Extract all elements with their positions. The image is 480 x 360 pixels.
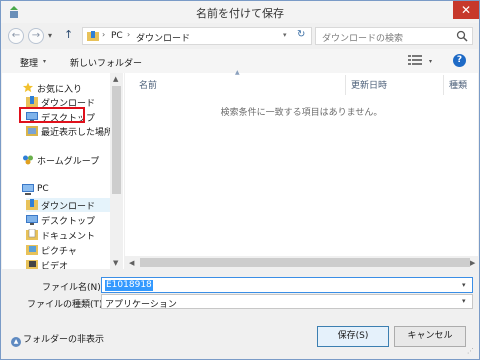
filename-value[interactable]: E1018918 <box>105 280 153 291</box>
homegroup-icon <box>23 155 33 165</box>
sidebar-item-pc-desktop[interactable]: デスクトップ <box>26 213 110 227</box>
filetype-value[interactable]: アプリケーション <box>105 297 177 310</box>
navigation-pane: お気に入り ダウンロード デスクトップ 最近表示した場所 ホームグループ PC … <box>2 73 124 269</box>
filename-label: ファイル名(N): <box>42 283 104 293</box>
column-divider[interactable] <box>345 75 346 95</box>
star-icon <box>22 82 34 93</box>
filetype-label: ファイルの種類(T): <box>27 300 106 310</box>
sort-indicator-icon: ▲ <box>235 69 240 76</box>
downloads-folder-icon <box>26 199 38 210</box>
scroll-right-icon[interactable]: ▶ <box>470 259 475 267</box>
sidebar-item-homegroup[interactable]: ホームグループ <box>22 153 110 167</box>
downloads-folder-icon <box>87 31 99 41</box>
videos-icon <box>26 260 38 269</box>
pc-icon <box>22 184 34 195</box>
view-dropdown-icon[interactable]: ▾ <box>429 58 432 65</box>
search-box[interactable]: ダウンロードの検索 <box>315 27 473 45</box>
sidebar-item-label: 最近表示した場所 <box>41 128 114 138</box>
sidebar-item-label: ビデオ <box>41 262 69 269</box>
close-button[interactable]: ✕ <box>453 1 479 19</box>
sidebar-item-documents[interactable]: ドキュメント <box>26 228 110 242</box>
organize-button[interactable]: 整理 <box>20 56 38 69</box>
column-header-name[interactable]: 名前 <box>139 78 157 91</box>
back-button[interactable]: ← <box>8 28 24 44</box>
search-placeholder[interactable]: ダウンロードの検索 <box>322 31 403 44</box>
column-divider[interactable] <box>443 75 444 95</box>
desktop-highlight <box>19 107 85 123</box>
address-dropdown-icon[interactable]: ▾ <box>283 31 287 39</box>
sidebar-item-recent-places[interactable]: 最近表示した場所 <box>26 124 114 138</box>
cancel-button[interactable]: キャンセル <box>394 326 466 347</box>
hscrollbar-thumb[interactable] <box>140 258 470 267</box>
sidebar-item-label: ホームグループ <box>37 157 100 167</box>
sidebar-item-videos[interactable]: ビデオ <box>26 258 110 269</box>
address-bar[interactable]: › PC › ダウンロード ▾ ↻ <box>82 27 312 45</box>
organize-dropdown-icon[interactable]: ▾ <box>43 58 46 65</box>
save-button[interactable]: 保存(S) <box>317 326 389 347</box>
scroll-up-icon[interactable]: ▲ <box>113 75 118 83</box>
history-dropdown-icon[interactable]: ▾ <box>48 31 52 40</box>
sidebar-item-label: ダウンロード <box>41 202 96 212</box>
search-icon[interactable] <box>456 30 468 42</box>
sidebar-item-label: PC <box>37 184 49 194</box>
file-list-pane[interactable] <box>125 73 478 269</box>
downloads-folder-icon <box>26 96 38 107</box>
sidebar-item-label: ピクチャ <box>41 247 77 257</box>
pictures-icon <box>26 245 38 255</box>
desktop-icon <box>26 215 38 225</box>
column-header-modified[interactable]: 更新日時 <box>351 78 387 91</box>
address-separator[interactable]: › <box>127 30 130 39</box>
sidebar-item-label: お気に入り <box>37 85 83 95</box>
sidebar-item-pictures[interactable]: ピクチャ <box>26 243 110 257</box>
filename-dropdown-icon[interactable]: ▾ <box>462 281 466 289</box>
address-segment-pc[interactable]: PC <box>111 31 123 41</box>
window-title: 名前を付けて保存 <box>196 7 284 20</box>
documents-icon <box>26 229 38 240</box>
chevron-up-icon: ▲ <box>11 337 21 347</box>
address-segment-downloads[interactable]: ダウンロード <box>136 31 190 44</box>
sidebar-item-pc[interactable]: PC <box>22 183 110 197</box>
toolbar: 整理 ▾ 新しいフォルダー ▾ ? <box>2 49 478 73</box>
scroll-left-icon[interactable]: ◀ <box>129 259 134 267</box>
sidebar-item-label: ドキュメント <box>41 232 96 242</box>
hide-folders-toggle[interactable]: ▲ フォルダーの非表示 <box>11 332 104 347</box>
sidebar-item-pc-downloads[interactable]: ダウンロード <box>26 198 110 212</box>
filetype-select[interactable]: アプリケーション ▾ <box>101 294 473 310</box>
view-options-icon[interactable] <box>408 55 422 66</box>
scroll-down-icon[interactable]: ▼ <box>113 259 118 267</box>
new-folder-button[interactable]: 新しいフォルダー <box>70 56 142 69</box>
title-bar: 名前を付けて保存 ✕ <box>1 1 479 23</box>
empty-message: 検索条件に一致する項目はありません。 <box>220 108 383 118</box>
save-as-dialog: 名前を付けて保存 ✕ ← → ▾ ↑ › PC › ダウンロード ▾ ↻ ダウン… <box>0 0 480 360</box>
up-button[interactable]: ↑ <box>64 28 73 41</box>
filetype-dropdown-icon[interactable]: ▾ <box>462 297 466 305</box>
refresh-icon[interactable]: ↻ <box>297 29 305 40</box>
filename-field[interactable]: E1018918 ▾ <box>101 277 473 293</box>
sidebar-item-label: デスクトップ <box>41 217 96 227</box>
sidebar-item-favorites[interactable]: お気に入り <box>22 81 110 95</box>
forward-button[interactable]: → <box>28 28 44 44</box>
resize-grip-icon[interactable]: ⋰ <box>467 347 474 355</box>
recent-places-icon <box>26 126 38 136</box>
hide-folders-label: フォルダーの非表示 <box>23 335 105 345</box>
address-separator[interactable]: › <box>102 30 105 39</box>
navigation-scrollbar-thumb[interactable] <box>112 86 121 194</box>
help-icon[interactable]: ? <box>453 54 466 67</box>
column-header-type[interactable]: 種類 <box>449 78 467 91</box>
